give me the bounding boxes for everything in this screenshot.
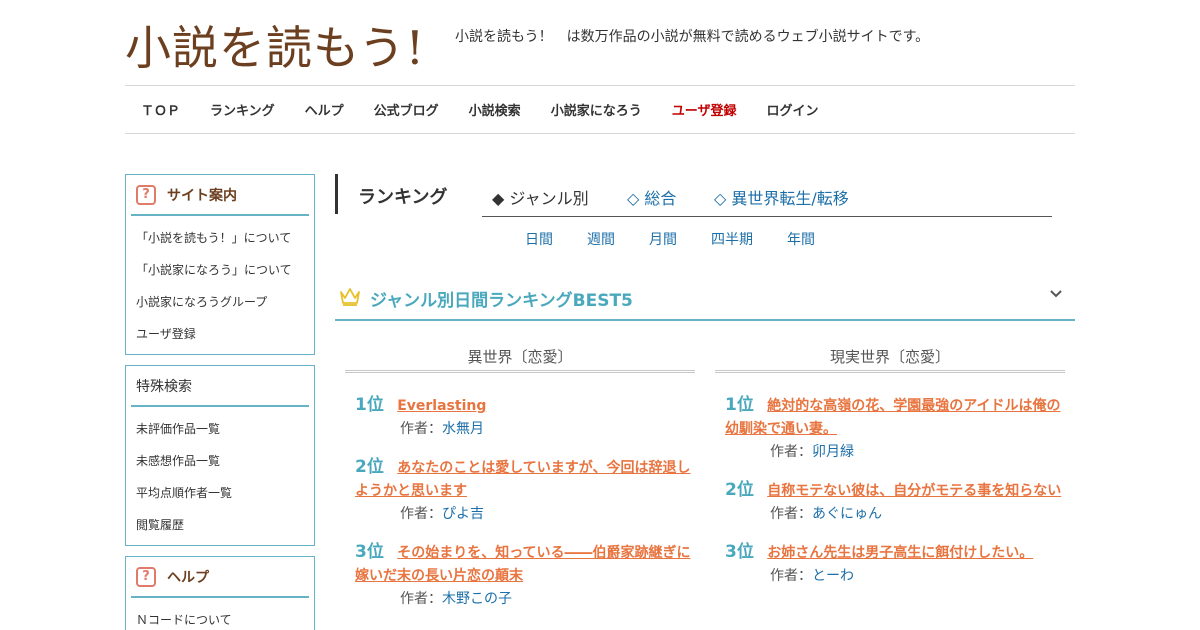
nav-user-register[interactable]: ユーザ登録 (657, 100, 752, 119)
sidebar-item-about-yomou[interactable]: 「小説を読もう！」について (136, 222, 314, 254)
sidebar-item-history[interactable]: 閲覧履歴 (136, 509, 314, 541)
list-item: 2位 自称モテない彼は、自分がモテる事を知らない 作者：あぐにゅん (715, 479, 1065, 526)
tab-genre[interactable]: ◆ ジャンル別 (492, 185, 589, 209)
chevron-down-icon[interactable] (1049, 287, 1063, 301)
author-label: 作者： (400, 421, 442, 437)
ranking-tabs: ◆ ジャンル別 ◇ 総合 ◇ 異世界転生/転移 (482, 174, 1052, 217)
author-label: 作者： (770, 444, 812, 460)
period-daily[interactable]: 日間 (525, 229, 553, 249)
site-tagline: 小説を読もう！ は数万作品の小説が無料で読めるウェブ小説サイトです。 (455, 29, 930, 45)
period-yearly[interactable]: 年間 (787, 229, 815, 249)
novel-title-link[interactable]: その始まりを、知っている――伯爵家跡継ぎに嫁いだ末の長い片恋の顛末 (355, 545, 691, 584)
sidebar-help-title: ヘルプ (167, 569, 209, 586)
rank-position: 1位 (725, 395, 754, 415)
rank-position: 2位 (725, 480, 754, 500)
nav-top[interactable]: ＴＯＰ (125, 100, 195, 119)
list-item: 1位 絶対的な高嶺の花、学園最強のアイドルは俺の幼馴染で通い妻。 作者：卯月緑 (715, 394, 1065, 464)
period-quarterly[interactable]: 四半期 (711, 229, 753, 249)
author-label: 作者： (400, 506, 442, 522)
nav-ranking[interactable]: ランキング (195, 100, 290, 119)
period-monthly[interactable]: 月間 (649, 229, 677, 249)
genre-daily-ranking-header[interactable]: ジャンル別日間ランキングBEST5 (335, 274, 1075, 321)
question-icon: ? (136, 566, 156, 587)
period-weekly[interactable]: 週間 (587, 229, 615, 249)
author-link[interactable]: 木野この子 (442, 591, 512, 607)
ranking-column-isekai-romance: 異世界〔恋愛〕 1位 Everlasting 作者：水無月 2位 あなたのことは… (345, 345, 695, 611)
rank-position: 3位 (355, 542, 384, 562)
sidebar-item-no-reviews[interactable]: 未感想作品一覧 (136, 445, 314, 477)
genre-heading: 異世界〔恋愛〕 (345, 345, 695, 373)
rank-position: 1位 (355, 395, 384, 415)
author-label: 作者： (400, 591, 442, 607)
site-logo[interactable]: 小説を読もう! (125, 12, 425, 78)
sidebar-help: ? ヘルプ Ｎコードについて (125, 556, 315, 630)
author-link[interactable]: 水無月 (442, 421, 484, 437)
novel-title-link[interactable]: 絶対的な高嶺の花、学園最強のアイドルは俺の幼馴染で通い妻。 (725, 398, 1061, 437)
novel-title-link[interactable]: あなたのことは愛していますが、今回は辞退しようかと思います (355, 460, 691, 499)
nav-novel-search[interactable]: 小説検索 (454, 100, 536, 119)
sidebar-special-search-title: 特殊検索 (136, 378, 192, 395)
list-item: 3位 その始まりを、知っている――伯爵家跡継ぎに嫁いだ末の長い片恋の顛末 作者：… (345, 541, 695, 611)
author-link[interactable]: とーわ (812, 568, 854, 584)
sidebar-item-about-narou[interactable]: 「小説家になろう」について (136, 254, 314, 286)
sidebar-site-guide-title: サイト案内 (167, 187, 237, 204)
author-link[interactable]: 卯月緑 (812, 444, 854, 460)
nav-help[interactable]: ヘルプ (290, 100, 359, 119)
list-item: 2位 あなたのことは愛していますが、今回は辞退しようかと思います 作者：ぴよ吉 (345, 456, 695, 526)
sidebar-item-user-register[interactable]: ユーザ登録 (136, 318, 314, 350)
sidebar-item-ncode[interactable]: Ｎコードについて (136, 604, 314, 630)
author-link[interactable]: あぐにゅん (812, 506, 882, 522)
sidebar-site-guide: ? サイト案内 「小説を読もう！」について 「小説家になろう」について 小説家に… (125, 174, 315, 355)
genre-heading: 現実世界〔恋愛〕 (715, 345, 1065, 373)
tab-overall[interactable]: ◇ 総合 (627, 185, 676, 209)
list-item: 3位 お姉さん先生は男子高生に餌付けしたい。 作者：とーわ (715, 541, 1065, 588)
tab-isekai[interactable]: ◇ 異世界転生/転移 (714, 185, 849, 209)
rank-position: 2位 (355, 457, 384, 477)
author-link[interactable]: ぴよ吉 (442, 506, 484, 522)
list-item: 1位 Everlasting 作者：水無月 (345, 394, 695, 441)
question-icon: ? (136, 184, 156, 205)
nav-login[interactable]: ログイン (751, 100, 833, 119)
nav-official-blog[interactable]: 公式ブログ (359, 100, 454, 119)
section-title: ジャンル別日間ランキングBEST5 (370, 291, 633, 311)
nav-bottom-divider (125, 133, 1075, 134)
sidebar-item-unrated[interactable]: 未評価作品一覧 (136, 413, 314, 445)
novel-title-link[interactable]: 自称モテない彼は、自分がモテる事を知らない (767, 483, 1061, 499)
crown-icon (340, 288, 360, 306)
nav-syosetu[interactable]: 小説家になろう (536, 100, 657, 119)
ranking-column-real-romance: 現実世界〔恋愛〕 1位 絶対的な高嶺の花、学園最強のアイドルは俺の幼馴染で通い妻… (715, 345, 1065, 588)
global-nav: ＴＯＰ ランキング ヘルプ 公式ブログ 小説検索 小説家になろう ユーザ登録 ロ… (125, 86, 1075, 133)
sidebar-item-narou-group[interactable]: 小説家になろうグループ (136, 286, 314, 318)
novel-title-link[interactable]: Everlasting (397, 398, 486, 414)
sidebar-item-author-average[interactable]: 平均点順作者一覧 (136, 477, 314, 509)
rank-position: 3位 (725, 542, 754, 562)
ranking-title: ランキング (358, 187, 448, 208)
ranking-title-bar (335, 174, 338, 214)
author-label: 作者： (770, 506, 812, 522)
sidebar-special-search: 特殊検索 未評価作品一覧 未感想作品一覧 平均点順作者一覧 閲覧履歴 (125, 365, 315, 546)
author-label: 作者： (770, 568, 812, 584)
novel-title-link[interactable]: お姉さん先生は男子高生に餌付けしたい。 (767, 545, 1033, 561)
